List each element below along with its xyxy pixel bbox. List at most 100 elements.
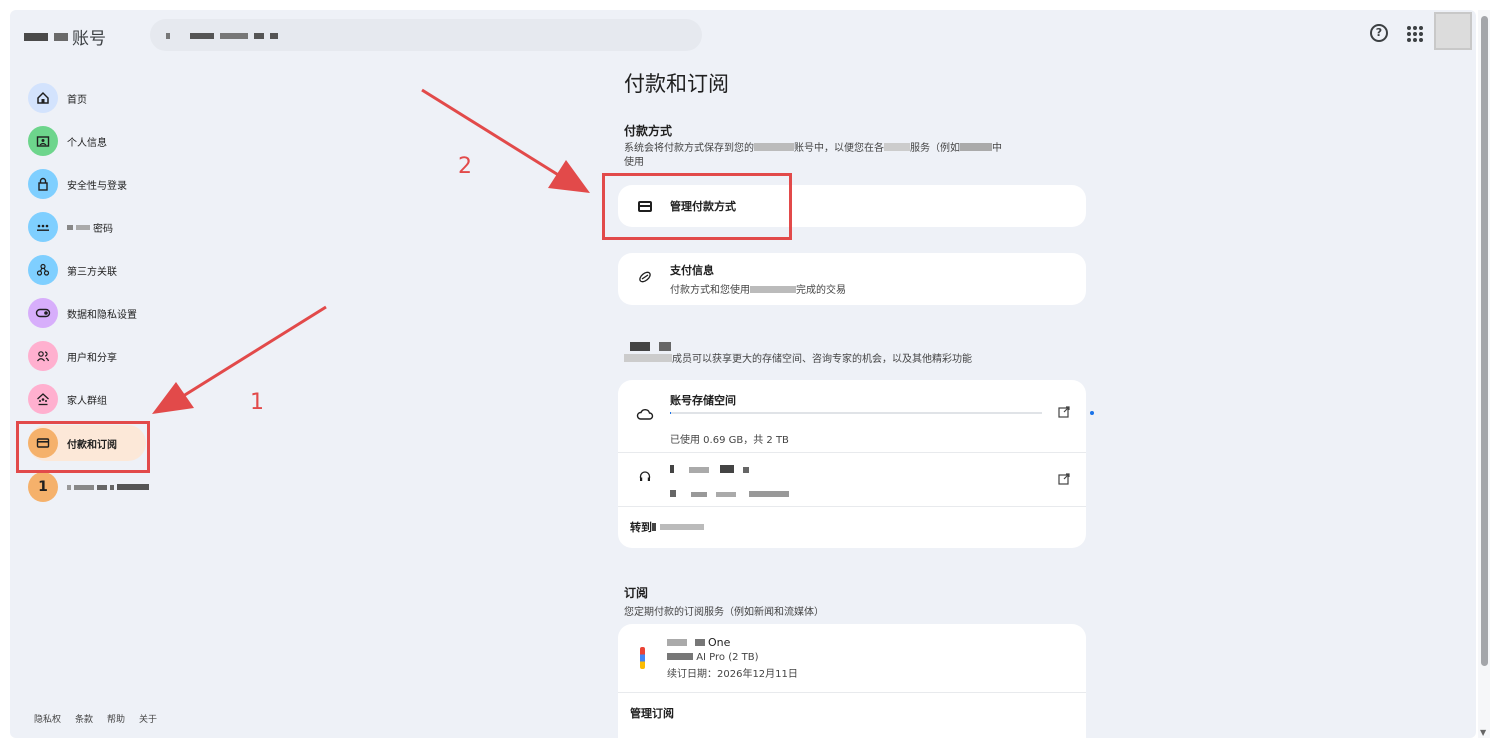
password-dots-icon [28,212,58,242]
text-blur [960,143,992,151]
text-blur [720,464,735,473]
sidebar-item-data-privacy[interactable]: 数据和隐私设置 [28,295,198,331]
sidebar-item-family-group[interactable]: 家人群组 [28,381,198,417]
label-blur [74,484,94,490]
subscriptions-heading: 订阅 [624,586,649,600]
label-blur [67,484,71,490]
sidebar-item-label: 首页 [67,94,87,106]
text-blur [884,143,910,151]
help-icon[interactable]: ? [1370,24,1388,42]
sidebar-item-label: 数据和隐私设置 [67,309,137,321]
heading-blur [630,342,650,351]
search-bar[interactable] [150,19,702,51]
heading-blur [659,342,672,351]
app-name: 账号 [72,29,106,49]
toggle-icon [28,298,58,328]
search-blur [220,33,248,39]
subscriptions-card: One AI Pro (2 TB) 续订日期：2026年12月11日 管理订阅 [618,624,1086,738]
avatar[interactable] [1434,12,1472,50]
sidebar-item-passwords[interactable]: 密码 [28,209,198,245]
sidebar-item-personal-info[interactable]: 个人信息 [28,123,198,159]
scroll-down-arrow-icon[interactable]: ▼ [1480,728,1486,737]
text-blur [670,489,676,497]
open-external-icon[interactable] [1058,473,1070,488]
text-blur [667,653,693,660]
search-blur [270,33,278,39]
search-blur [254,33,264,39]
page-title: 付款和订阅 [624,72,729,96]
membership-desc: 成员可以获享更大的存储空间、咨询专家的机会，以及其他精彩功能 [624,353,1084,367]
text-blur [660,524,704,530]
text-blur [624,354,672,362]
annotation-box-step1 [16,421,150,473]
id-card-icon [28,126,58,156]
manage-subscriptions-row[interactable]: 管理订阅 [618,693,1086,733]
label-blur [97,484,107,490]
sidebar-item-security[interactable]: 安全性与登录 [28,166,198,202]
text-blur [750,286,796,293]
search-blur [166,33,170,39]
footer-links: 隐私权 条款 帮助 关于 [34,712,157,725]
account-logo[interactable]: 账号 [24,24,106,49]
sidebar-item-label: 个人信息 [67,137,107,149]
desc-text: 账号中，以便您在各 [794,143,884,154]
sidebar-item-label: 安全性与登录 [67,180,127,192]
expert-row-text-blurred [670,458,790,501]
logo-blur [54,32,68,41]
footer-link-privacy[interactable]: 隐私权 [34,712,61,725]
text-blur [652,523,656,531]
text-blur [716,491,737,497]
footer-link-terms[interactable]: 条款 [75,712,93,725]
text-blur [754,143,794,151]
sidebar-item-third-party[interactable]: 第三方关联 [28,252,198,288]
desc-text: 使用 [624,157,644,168]
desc-text: 中 [992,143,1002,154]
connections-icon [28,255,58,285]
label-blur [110,484,114,490]
payment-info-card[interactable]: 支付信息 付款方式和您使用 完成的交易 [618,253,1086,305]
sidebar-item-label: 用户和分享 [67,352,117,364]
payment-swirl-icon [634,269,656,289]
text-blur [694,639,705,646]
payment-info-sub-text: 付款方式和您使用 [670,285,750,296]
storage-progress-dot [1090,411,1094,415]
lock-icon [28,169,58,199]
expert-row[interactable] [618,453,1086,505]
storage-progress-fill [670,412,672,414]
label-blur [67,224,73,230]
annotation-number-2: 2 [458,154,472,179]
goto-row[interactable]: 转到 [618,507,1086,547]
subscription-name: One [708,636,731,649]
open-external-icon[interactable] [1058,406,1070,421]
subscription-item[interactable]: One AI Pro (2 TB) 续订日期：2026年12月11日 [618,624,1086,692]
payment-methods-heading: 付款方式 [624,124,673,138]
people-icon [28,341,58,371]
sidebar-item-label: 第三方关联 [67,266,117,278]
sidebar-item-label: 密码 [93,223,113,235]
payment-info-subtitle: 付款方式和您使用 完成的交易 [670,281,846,296]
search-blur [190,33,214,39]
apps-grid-icon[interactable] [1407,26,1423,42]
footer-link-about[interactable]: 关于 [139,712,157,725]
membership-card: 账号存储空间 已使用 0.69 GB，共 2 TB 转到 [618,380,1094,548]
label-blur [117,484,149,490]
subscription-logo-icon [640,647,645,669]
sidebar-item-one[interactable]: 1 [28,469,198,505]
sidebar-item-people-sharing[interactable]: 用户和分享 [28,338,198,374]
storage-row[interactable]: 账号存储空间 已使用 0.69 GB，共 2 TB [618,380,1094,452]
membership-desc-text: 成员可以获享更大的存储空间、咨询专家的机会，以及其他精彩功能 [672,354,972,365]
sidebar-item-home[interactable]: 首页 [28,80,198,116]
text-blur [749,490,790,497]
top-bar: 账号 ? [10,10,1476,60]
footer-link-help[interactable]: 帮助 [107,712,125,725]
home-icon [28,83,58,113]
payment-methods-desc: 系统会将付款方式保存到您的 账号中，以便您在各 服务（例如 中 使用 [624,142,1084,170]
payment-info-row[interactable]: 支付信息 付款方式和您使用 完成的交易 [618,253,1086,305]
desc-text: 系统会将付款方式保存到您的 [624,143,754,154]
subscriptions-desc: 您定期付款的订阅服务（例如新闻和流媒体） [624,607,824,618]
scrollbar-thumb[interactable] [1481,16,1488,666]
text-blur [667,639,687,646]
text-blur [670,464,674,473]
storage-subtitle: 已使用 0.69 GB，共 2 TB [670,435,789,446]
subscription-plan: AI Pro (2 TB) [696,652,759,663]
